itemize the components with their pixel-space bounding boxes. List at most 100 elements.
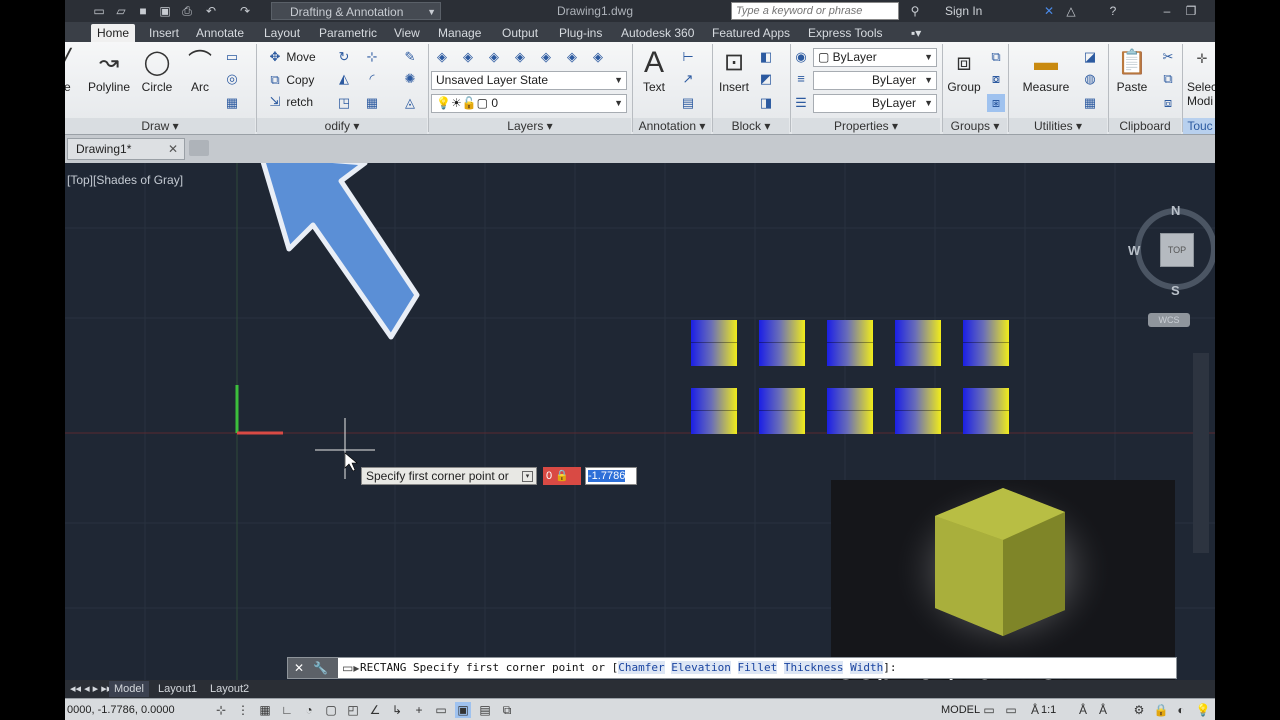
- viewport-label[interactable]: [Top][Shades of Gray]: [67, 173, 183, 187]
- save-icon[interactable]: ■: [135, 3, 151, 19]
- clipboard-panel-label[interactable]: Clipboard: [1109, 118, 1181, 134]
- copy-button[interactable]: ⧉ Copy: [267, 70, 314, 90]
- workspace-switching-icon[interactable]: ⚙: [1131, 702, 1147, 718]
- snap-mode-icon[interactable]: ⋮: [235, 702, 251, 718]
- match-properties-icon[interactable]: ◉: [792, 48, 810, 66]
- chevron-down-icon[interactable]: ▾: [522, 471, 533, 482]
- coordinate-readout[interactable]: 0000, -1.7786, 0.0000: [65, 699, 175, 720]
- rotate-icon[interactable]: ↻: [335, 48, 353, 66]
- x-coordinate-input[interactable]: 0 🔒: [543, 467, 581, 485]
- group-button[interactable]: ⧈ Group: [941, 46, 987, 98]
- gradient-rectangle[interactable]: [963, 320, 1009, 366]
- tab-autodesk-360[interactable]: Autodesk 360: [615, 24, 700, 42]
- minimize-icon[interactable]: –: [1159, 3, 1175, 19]
- id-point-icon[interactable]: ◍: [1081, 70, 1099, 88]
- group-edit-icon[interactable]: ⧇: [987, 70, 1005, 88]
- new-tab-button[interactable]: [189, 140, 209, 156]
- quick-properties-icon[interactable]: ▤: [477, 702, 493, 718]
- tab-plugins[interactable]: Plug-ins: [553, 24, 608, 42]
- option-elevation[interactable]: Elevation: [671, 661, 731, 674]
- option-width[interactable]: Width: [850, 661, 884, 674]
- stretch-button[interactable]: ⇲ retch: [267, 92, 313, 112]
- option-fillet[interactable]: Fillet: [737, 661, 778, 674]
- tab-manage[interactable]: Manage: [432, 24, 487, 42]
- select-mode-icon[interactable]: ✛: [1193, 50, 1211, 68]
- annotation-panel-label[interactable]: Annotation ▾: [633, 118, 711, 134]
- group-select-icon[interactable]: ⧆: [987, 94, 1005, 112]
- layer-isolate-icon[interactable]: ◈: [511, 48, 529, 66]
- block-panel-label[interactable]: Block ▾: [713, 118, 789, 134]
- annotation-scale[interactable]: 1:1: [1041, 699, 1056, 720]
- viewcube-top-face[interactable]: TOP: [1160, 233, 1194, 267]
- layer-match-icon[interactable]: ◈: [459, 48, 477, 66]
- annotation-visibility-icon[interactable]: Å: [1075, 702, 1091, 718]
- gradient-rectangle[interactable]: [963, 388, 1009, 434]
- tab-output[interactable]: Output: [496, 24, 544, 42]
- linetype-icon[interactable]: ☰: [792, 94, 810, 112]
- select-mode-button[interactable]: Selec Modi: [1187, 80, 1215, 108]
- layer-state-select[interactable]: Unsaved Layer State ▼: [431, 71, 627, 90]
- object-snap-icon[interactable]: ▢: [323, 702, 339, 718]
- scale-icon[interactable]: ◳: [335, 94, 353, 112]
- grid-display-icon[interactable]: ▦: [257, 702, 273, 718]
- wrench-icon[interactable]: 🔧: [307, 661, 328, 675]
- move-button[interactable]: ✥ Move: [267, 47, 316, 67]
- help-icon[interactable]: ?: [1105, 3, 1121, 19]
- tab-insert[interactable]: Insert: [143, 24, 185, 42]
- fillet-icon[interactable]: ◜: [363, 70, 381, 88]
- dynamic-input-icon[interactable]: +: [411, 702, 427, 718]
- tab-extra-icon[interactable]: ▪▾: [905, 24, 927, 42]
- viewcube[interactable]: N S W E TOP: [1120, 203, 1215, 303]
- file-tab-drawing1[interactable]: Drawing1* ✕: [67, 138, 185, 160]
- quick-select-icon[interactable]: ◪: [1081, 48, 1099, 66]
- trim-icon[interactable]: ⊹: [363, 48, 381, 66]
- polar-tracking-icon[interactable]: ◔: [301, 702, 317, 718]
- paste-button[interactable]: 📋 Paste: [1109, 46, 1155, 98]
- layer-lock-icon[interactable]: ◈: [589, 48, 607, 66]
- transparency-icon[interactable]: ▣: [455, 702, 471, 718]
- 3d-object-snap-icon[interactable]: ◰: [345, 702, 361, 718]
- ortho-mode-icon[interactable]: ∟: [279, 702, 295, 718]
- hardware-acceleration-icon[interactable]: ◐: [1173, 702, 1189, 718]
- rectangle-icon[interactable]: ▭: [223, 48, 241, 66]
- dimension-icon[interactable]: ⊢: [679, 48, 697, 66]
- save-as-icon[interactable]: ▣: [157, 3, 173, 19]
- isolate-objects-icon[interactable]: 💡: [1195, 702, 1211, 718]
- tab-layout[interactable]: Layout: [258, 24, 306, 42]
- layer-properties-icon[interactable]: ◈: [433, 48, 451, 66]
- layer-off-icon[interactable]: ◈: [563, 48, 581, 66]
- layers-panel-label[interactable]: Layers ▾: [429, 118, 631, 134]
- color-select[interactable]: ▢ ByLayer ▼: [813, 48, 937, 67]
- restore-icon[interactable]: ❐: [1183, 3, 1199, 19]
- gradient-rectangle[interactable]: [827, 320, 873, 366]
- tab-home[interactable]: Home: [91, 24, 136, 42]
- exchange-icon[interactable]: ✕: [1041, 3, 1057, 19]
- arc-button[interactable]: ⌒ Arc: [177, 46, 223, 98]
- open-file-icon[interactable]: ▱: [113, 3, 129, 19]
- circle-button[interactable]: ◯ Circle: [133, 46, 181, 98]
- tab-annotate[interactable]: Annotate: [190, 24, 250, 42]
- ungroup-icon[interactable]: ⧉: [987, 48, 1005, 66]
- array-icon[interactable]: ▦: [363, 94, 381, 112]
- properties-panel-label[interactable]: Properties ▾: [792, 118, 940, 134]
- lineweight-select[interactable]: ByLayer ▼: [813, 71, 937, 90]
- lineweight-icon[interactable]: ≡: [792, 70, 810, 88]
- insert-button[interactable]: ⊡ Insert: [711, 46, 757, 98]
- close-icon[interactable]: ✕: [288, 661, 304, 675]
- groups-panel-label[interactable]: Groups ▾: [943, 118, 1007, 134]
- gradient-rectangle[interactable]: [827, 388, 873, 434]
- tab-express-tools[interactable]: Express Tools: [802, 24, 888, 42]
- utilities-panel-label[interactable]: Utilities ▾: [1009, 118, 1107, 134]
- tab-view[interactable]: View: [388, 24, 426, 42]
- selection-cycling-icon[interactable]: ⧉: [499, 702, 515, 718]
- a360-icon[interactable]: △: [1063, 3, 1079, 19]
- sign-in-button[interactable]: Sign In: [929, 0, 982, 22]
- measure-button[interactable]: ▬ Measure: [1015, 46, 1077, 98]
- redo-icon[interactable]: ↷: [237, 3, 253, 19]
- line-button[interactable]: ╱ ne: [65, 46, 79, 98]
- model-space-toggle[interactable]: MODEL: [941, 699, 980, 720]
- quick-view-drawings-icon[interactable]: ▭: [1003, 702, 1019, 718]
- text-button[interactable]: A Text: [631, 46, 677, 98]
- scrollbar[interactable]: [1193, 353, 1209, 553]
- touch-panel-label[interactable]: Touc: [1183, 118, 1215, 134]
